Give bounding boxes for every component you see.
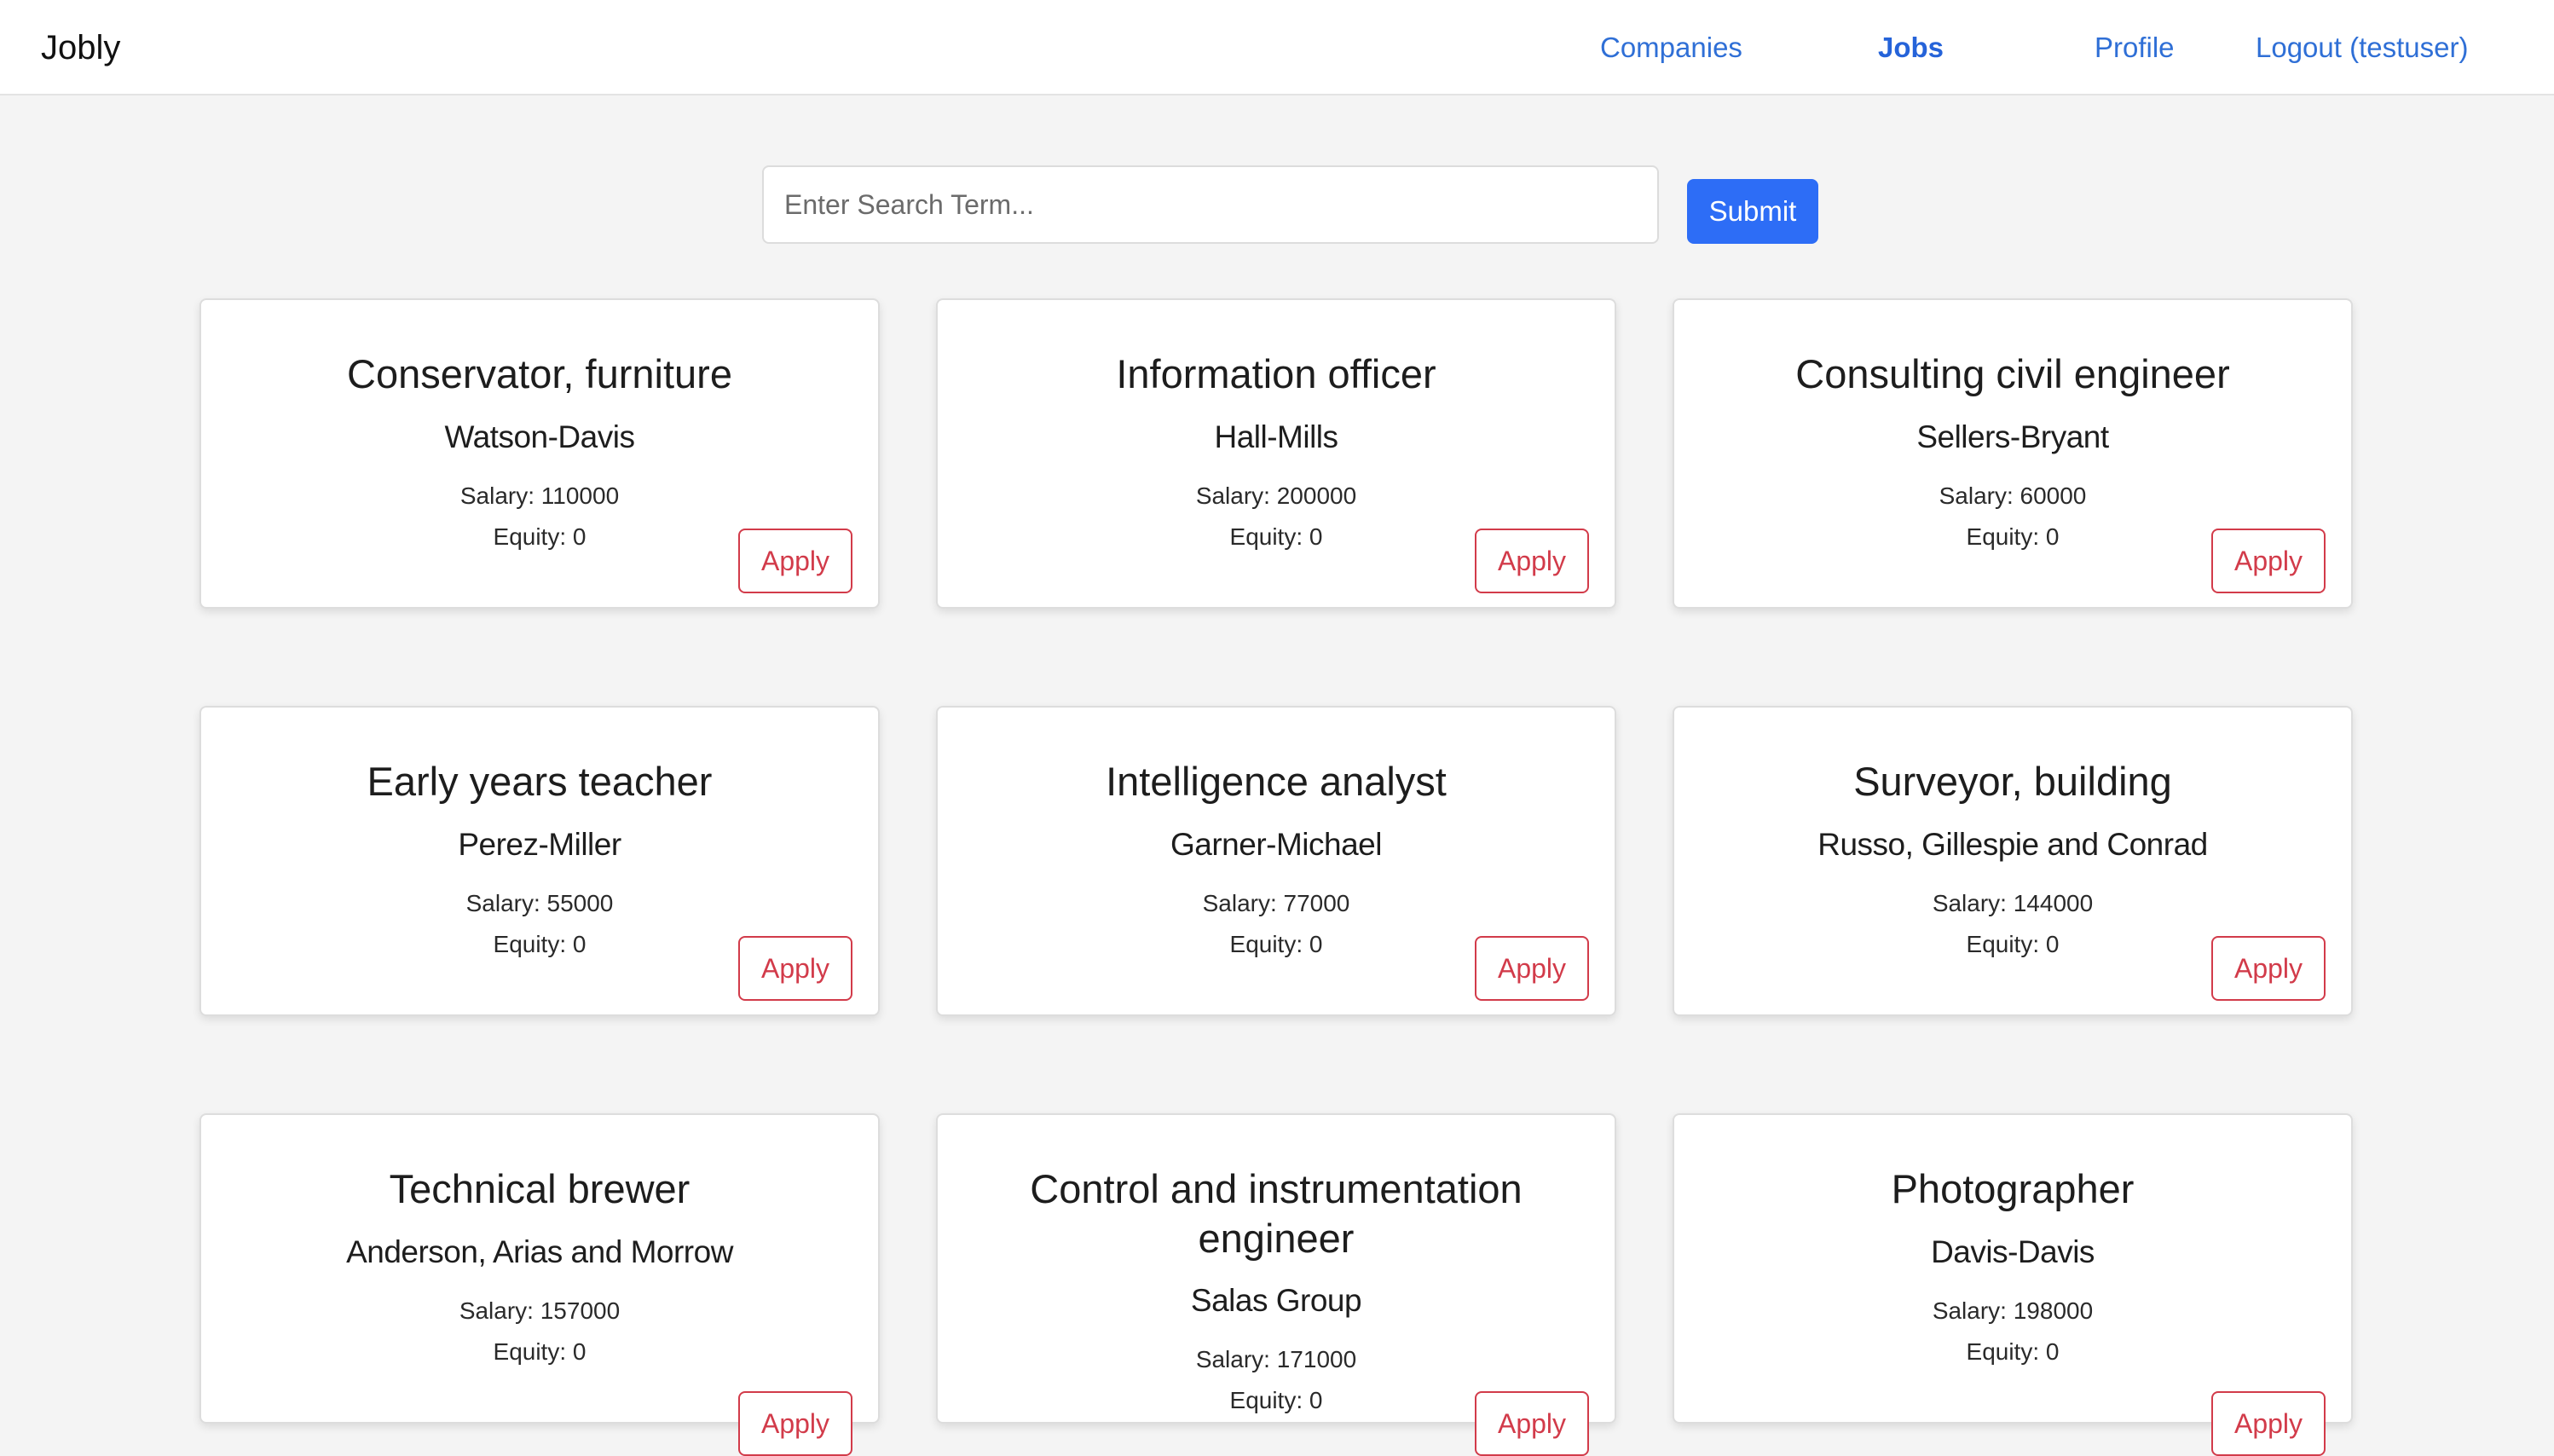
job-salary: Salary: 198000	[1932, 1297, 2094, 1324]
job-company: Watson-Davis	[444, 419, 635, 454]
job-company: Sellers-Bryant	[1916, 419, 2109, 454]
job-company: Russo, Gillespie and Conrad	[1817, 827, 2208, 862]
job-equity: Equity: 0	[493, 1338, 586, 1365]
brand-logo-link[interactable]: Jobly	[41, 26, 120, 70]
navbar: Jobly Companies Jobs Profile Logout (tes…	[0, 0, 2554, 95]
apply-button[interactable]: Apply	[1475, 1391, 1589, 1456]
nav-link-profile[interactable]: Profile	[2095, 29, 2175, 66]
job-company: Garner-Michael	[1170, 827, 1382, 862]
job-company: Hall-Mills	[1214, 419, 1338, 454]
job-salary: Salary: 60000	[1939, 482, 2087, 509]
job-title: Control and instrumentation engineer	[1030, 1166, 1523, 1261]
job-company: Anderson, Arias and Morrow	[346, 1234, 733, 1269]
job-title: Photographer	[1891, 1166, 2135, 1211]
job-salary: Salary: 200000	[1195, 482, 1357, 509]
job-card: Consulting civil engineer Sellers-Bryant…	[1673, 298, 2353, 609]
job-title: Consulting civil engineer	[1795, 351, 2230, 396]
apply-button[interactable]: Apply	[738, 1391, 852, 1456]
job-card: Control and instrumentation engineer Sal…	[936, 1113, 1616, 1456]
job-salary: Salary: 77000	[1202, 890, 1350, 916]
nav-link-logout[interactable]: Logout (testuser)	[2256, 29, 2468, 66]
job-card: Intelligence analyst Garner-Michael Sala…	[936, 706, 1616, 1016]
nav-link-companies[interactable]: Companies	[1600, 29, 1742, 66]
job-company: Perez-Miller	[458, 827, 621, 862]
job-title: Information officer	[1116, 351, 1436, 396]
job-salary: Salary: 110000	[459, 482, 620, 509]
job-salary: Salary: 144000	[1932, 890, 2094, 916]
apply-button[interactable]: Apply	[2211, 936, 2326, 1001]
job-title: Surveyor, building	[1853, 759, 2172, 804]
job-salary: Salary: 171000	[1195, 1346, 1357, 1372]
job-card: Early years teacher Perez-Miller Salary:…	[199, 706, 880, 1016]
apply-button[interactable]: Apply	[738, 529, 852, 593]
job-salary: Salary: 55000	[465, 890, 614, 916]
submit-button[interactable]: Submit	[1687, 179, 1818, 244]
nav-link-jobs[interactable]: Jobs	[1878, 29, 1944, 66]
search-input[interactable]	[762, 165, 1659, 244]
job-company: Salas Group	[1190, 1283, 1362, 1318]
job-title: Conservator, furniture	[347, 351, 732, 396]
job-card: Conservator, furniture Watson-Davis Sala…	[199, 298, 880, 609]
job-card: Surveyor, building Russo, Gillespie and …	[1673, 706, 2353, 1016]
job-equity: Equity: 0	[1966, 1338, 2060, 1365]
job-card: Photographer Davis-Davis Salary: 198000 …	[1673, 1113, 2353, 1456]
job-salary: Salary: 157000	[459, 1297, 621, 1324]
job-title: Intelligence analyst	[1106, 759, 1447, 804]
job-company: Davis-Davis	[1931, 1234, 2095, 1269]
apply-button[interactable]: Apply	[1475, 936, 1589, 1001]
apply-button[interactable]: Apply	[2211, 1391, 2326, 1456]
job-card: Technical brewer Anderson, Arias and Mor…	[199, 1113, 880, 1456]
apply-button[interactable]: Apply	[2211, 529, 2326, 593]
apply-button[interactable]: Apply	[1475, 529, 1589, 593]
job-title: Technical brewer	[389, 1166, 691, 1211]
job-title: Early years teacher	[367, 759, 713, 804]
job-card: Information officer Hall-Mills Salary: 2…	[936, 298, 1616, 609]
apply-button[interactable]: Apply	[738, 936, 852, 1001]
